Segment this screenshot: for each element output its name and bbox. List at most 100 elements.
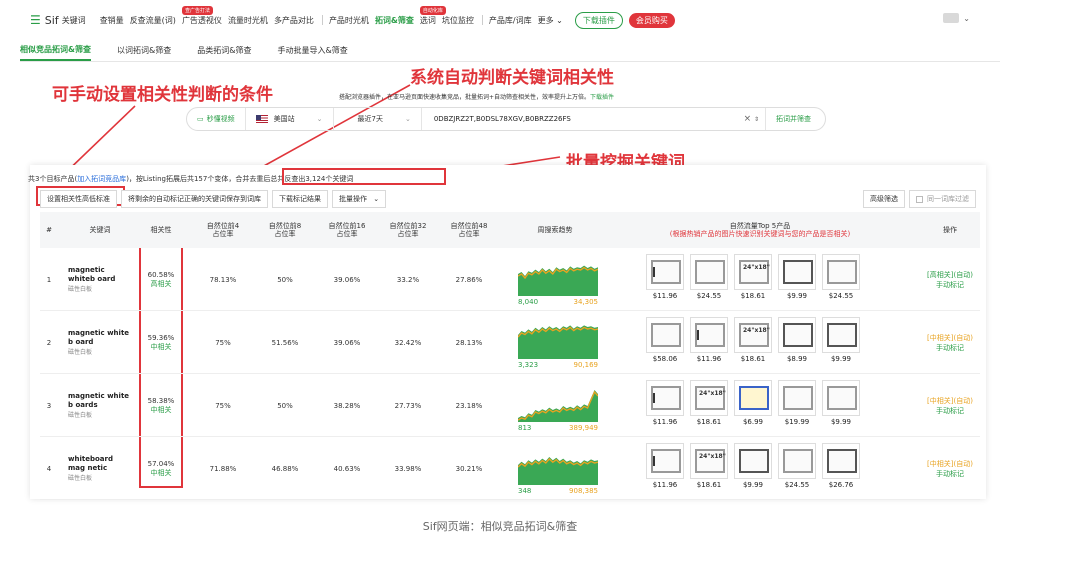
rate-n8: 51.56%	[271, 338, 299, 347]
th-n8[interactable]: 自然位前8 占位率	[260, 212, 310, 248]
product-image[interactable]	[646, 317, 684, 353]
product-image[interactable]: 24"x18"	[690, 380, 728, 416]
asin-input[interactable]: 0DBZJRZ2T,B0DSL78XGV,B0BRZZ26FS	[422, 115, 738, 123]
product-thumb[interactable]: $58.06	[646, 317, 684, 363]
product-thumb[interactable]: $24.55	[690, 254, 728, 300]
product-thumb[interactable]: $9.99	[778, 254, 816, 300]
nav-item[interactable]: 选词 自动化库	[419, 5, 446, 26]
keyword-cell[interactable]: magnetic whiteb oard 磁性白板	[68, 248, 132, 311]
keyword-text[interactable]: magnetic white b oards	[68, 392, 132, 408]
product-thumb[interactable]: $11.96	[646, 380, 684, 426]
manual-mark-link[interactable]: 手动标记	[936, 280, 964, 290]
product-thumb[interactable]: 24"x18" $18.61	[734, 317, 772, 363]
nav-item[interactable]: 广告透视仪 查广告打法	[181, 5, 222, 26]
product-image[interactable]: 24"x18"	[690, 443, 728, 479]
keyword-text[interactable]: magnetic whiteb oard	[68, 266, 132, 282]
product-image[interactable]	[778, 443, 816, 479]
manual-mark-link[interactable]: 手动标记	[936, 406, 964, 416]
logo[interactable]: ☰ Sif 关键词	[30, 13, 86, 27]
product-image[interactable]: 24"x18"	[734, 254, 772, 290]
th-relevance[interactable]: 相关性	[140, 212, 182, 248]
keyword-cell[interactable]: magnetic white b oard 磁性白板	[68, 311, 132, 374]
product-thumb[interactable]: 24"x18" $18.61	[690, 443, 728, 489]
tab-category-expand[interactable]: 品类拓词&筛查	[197, 41, 251, 60]
product-thumb[interactable]: $8.99	[778, 317, 816, 363]
download-plugin-button[interactable]: 下载插件	[574, 11, 623, 29]
tab-manual-import[interactable]: 手动批量导入&筛查	[277, 41, 347, 60]
advanced-filter-button[interactable]: 高级筛选	[863, 190, 905, 208]
clear-icon[interactable]: × ⇕	[738, 114, 765, 124]
keyword-text[interactable]: whiteboard mag netic	[68, 455, 132, 471]
period-select[interactable]: 最近7天 ⌄	[334, 108, 422, 130]
add-library-link[interactable]: 加入拓词竞品库	[77, 175, 126, 183]
nav-item[interactable]: 拓词&筛查	[375, 15, 414, 26]
product-image[interactable]	[778, 254, 816, 290]
keyword-cell[interactable]: magnetic white b oards 磁性白板	[68, 374, 132, 437]
nav-item-more[interactable]: 更多 ⌄	[538, 15, 563, 26]
product-thumb[interactable]: $9.99	[822, 317, 860, 363]
relevance-setting-button[interactable]: 设置相关性高低标准	[40, 190, 117, 208]
product-thumb[interactable]: $24.55	[778, 443, 816, 489]
th-n32[interactable]: 自然位前32 占位率	[383, 212, 433, 248]
product-thumb[interactable]: $24.55	[822, 254, 860, 300]
th-n48[interactable]: 自然位前48 占位率	[444, 212, 494, 248]
auto-relevance-tag[interactable]: [高相关](自动)	[927, 270, 973, 280]
chevron-down-icon: ⌄	[316, 115, 323, 123]
auto-relevance-tag[interactable]: [中相关](自动)	[927, 333, 973, 343]
product-image[interactable]	[734, 443, 772, 479]
product-image[interactable]	[690, 317, 728, 353]
product-image[interactable]	[646, 443, 684, 479]
quick-video-button[interactable]: ▭ 秒懂视频	[187, 108, 246, 130]
product-image[interactable]	[822, 254, 860, 290]
nav-item[interactable]: 查销量	[100, 15, 124, 26]
product-image[interactable]	[646, 380, 684, 416]
nav-item[interactable]: 反查流量(词)	[130, 15, 176, 26]
nav-item-product-library[interactable]: 产品库/词库	[489, 15, 532, 26]
download-results-button[interactable]: 下载标记结果	[272, 190, 328, 208]
auto-relevance-tag[interactable]: [中相关](自动)	[927, 459, 973, 469]
product-thumb[interactable]: $9.99	[734, 443, 772, 489]
product-image[interactable]	[690, 254, 728, 290]
product-thumb[interactable]: $26.76	[822, 443, 860, 489]
keyword-translation: 磁性白板	[68, 348, 93, 356]
keyword-text[interactable]: magnetic white b oard	[68, 329, 132, 345]
product-image[interactable]	[822, 317, 860, 353]
save-to-library-button[interactable]: 将剩余的自动标记正确的关键词保存到词库	[121, 190, 268, 208]
nav-item[interactable]: 多产品对比	[274, 15, 314, 26]
product-thumb[interactable]: $19.99	[778, 380, 816, 426]
product-thumb[interactable]: 24"x18" $18.61	[734, 254, 772, 300]
manual-mark-link[interactable]: 手动标记	[936, 343, 964, 353]
expand-search-button[interactable]: 拓词并筛查	[765, 108, 825, 130]
th-n4[interactable]: 自然位前4 占位率	[198, 212, 248, 248]
site-select[interactable]: 美国站 ⌄	[246, 108, 334, 130]
product-thumb[interactable]: 24"x18" $18.61	[690, 380, 728, 426]
keyword-cell[interactable]: whiteboard mag netic 磁性白板	[68, 437, 132, 500]
nav-item[interactable]: 坑位监控	[442, 15, 474, 26]
product-thumb[interactable]: $6.99	[734, 380, 772, 426]
product-image[interactable]: 24"x18"	[734, 317, 772, 353]
product-image[interactable]	[646, 254, 684, 290]
product-thumb[interactable]: $11.96	[646, 443, 684, 489]
tab-keyword-expand[interactable]: 以词拓词&筛查	[117, 41, 171, 60]
product-image[interactable]	[822, 380, 860, 416]
buy-vip-button[interactable]: 会员购买	[628, 12, 675, 28]
product-image[interactable]	[778, 317, 816, 353]
plugin-hint-link[interactable]: 下载插件	[590, 94, 614, 101]
tab-similar-competitor[interactable]: 相似竞品拓词&筛查	[20, 40, 91, 61]
product-image[interactable]	[734, 380, 772, 416]
product-thumb[interactable]: $11.96	[690, 317, 728, 363]
batch-ops-button[interactable]: 批量操作 ⌄	[332, 190, 387, 208]
user-menu[interactable]: ⌄	[943, 13, 970, 23]
th-trend[interactable]: 周搜索趋势	[510, 212, 600, 248]
auto-relevance-tag[interactable]: [中相关](自动)	[927, 396, 973, 406]
nav-item[interactable]: 产品时光机	[329, 15, 369, 26]
product-image[interactable]	[778, 380, 816, 416]
nav-item[interactable]: 流量时光机	[228, 15, 268, 26]
product-thumb[interactable]: $11.96	[646, 254, 684, 300]
manual-mark-link[interactable]: 手动标记	[936, 469, 964, 479]
product-thumb[interactable]: $9.99	[822, 380, 860, 426]
relevance-score: 60.58%	[147, 270, 175, 279]
same-library-filter-checkbox[interactable]: 同一词库过滤	[909, 190, 976, 208]
product-image[interactable]	[822, 443, 860, 479]
th-n16[interactable]: 自然位前16 占位率	[322, 212, 372, 248]
